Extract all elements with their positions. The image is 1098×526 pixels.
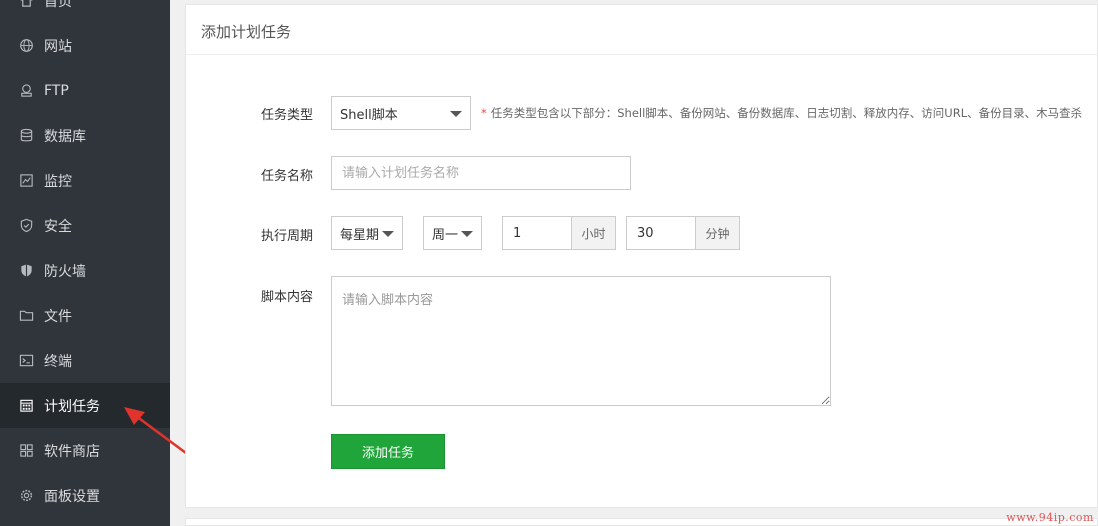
sidebar-item-label: 安全 — [44, 218, 72, 235]
sidebar-item-website[interactable]: 网站 — [0, 23, 170, 68]
sidebar-item-database[interactable]: 数据库 — [0, 113, 170, 158]
sidebar-item-home[interactable]: 首页 — [0, 0, 170, 23]
hour-input[interactable] — [502, 216, 572, 250]
ftp-icon — [18, 83, 34, 99]
add-task-panel: 添加计划任务 任务类型 Shell脚本 * 任务类型包含以下部分：Shell脚本、… — [185, 4, 1098, 508]
sidebar-item-label: 面板设置 — [44, 488, 100, 505]
sidebar-item-label: 防火墙 — [44, 263, 86, 280]
watermark: www.94ip.com — [1006, 511, 1094, 524]
page-title: 添加计划任务 — [201, 23, 292, 41]
folder-icon — [18, 308, 34, 324]
task-type-hint: * 任务类型包含以下部分：Shell脚本、备份网站、备份数据库、日志切割、释放内存… — [481, 105, 1082, 121]
sidebar-item-firewall[interactable]: 防火墙 — [0, 248, 170, 293]
task-type-hint-text: 任务类型包含以下部分：Shell脚本、备份网站、备份数据库、日志切割、释放内存、… — [490, 106, 1083, 120]
grid-icon — [18, 443, 34, 459]
weekday-select[interactable]: 周一 — [423, 216, 482, 250]
terminal-icon — [18, 353, 34, 369]
sidebar-item-label: 计划任务 — [44, 398, 100, 415]
sidebar-item-label: 文件 — [44, 308, 72, 325]
calendar-icon — [18, 398, 34, 414]
sidebar-item-settings[interactable]: 面板设置 — [0, 473, 170, 518]
minute-input[interactable] — [626, 216, 696, 250]
weekday-value: 周一 — [432, 227, 459, 243]
database-icon — [18, 128, 34, 144]
sidebar-item-ftp[interactable]: FTP — [0, 68, 170, 113]
script-textarea[interactable] — [331, 276, 831, 406]
sidebar-item-label: 数据库 — [44, 128, 86, 145]
panel-header: 添加计划任务 — [186, 5, 1098, 55]
sidebar-item-label: FTP — [44, 82, 69, 99]
task-name-label: 任务名称 — [260, 169, 313, 184]
task-type-value: Shell脚本 — [340, 107, 398, 123]
firewall-icon — [18, 263, 34, 279]
task-name-input[interactable] — [331, 156, 631, 190]
chevron-down-icon — [450, 111, 462, 117]
task-type-select[interactable]: Shell脚本 — [331, 96, 471, 130]
sidebar-item-files[interactable]: 文件 — [0, 293, 170, 338]
shield-icon — [18, 218, 34, 234]
sidebar-item-label: 首页 — [44, 0, 72, 10]
task-type-label: 任务类型 — [260, 108, 313, 123]
sidebar-item-terminal[interactable]: 终端 — [0, 338, 170, 383]
required-star: * — [481, 106, 487, 120]
sidebar-item-label: 网站 — [44, 38, 72, 55]
script-label: 脚本内容 — [260, 290, 313, 305]
minute-unit: 分钟 — [695, 216, 740, 250]
sidebar-item-label: 软件商店 — [44, 443, 100, 460]
period-label: 执行周期 — [260, 229, 313, 244]
home-icon — [18, 0, 34, 9]
sidebar-item-label: 监控 — [44, 173, 72, 190]
hour-unit: 小时 — [571, 216, 616, 250]
add-task-button[interactable]: 添加任务 — [331, 434, 445, 469]
sidebar-item-monitor[interactable]: 监控 — [0, 158, 170, 203]
gear-icon — [18, 488, 34, 504]
chevron-down-icon — [461, 231, 473, 237]
globe-icon — [18, 38, 34, 54]
sidebar-item-label: 终端 — [44, 353, 72, 370]
period-cycle-select[interactable]: 每星期 — [331, 216, 403, 250]
period-cycle-value: 每星期 — [340, 227, 380, 243]
main-content: 添加计划任务 任务类型 Shell脚本 * 任务类型包含以下部分：Shell脚本、… — [170, 0, 1098, 526]
monitor-icon — [18, 173, 34, 189]
chevron-down-icon — [382, 231, 394, 237]
next-panel-edge — [185, 518, 1098, 526]
sidebar-item-security[interactable]: 安全 — [0, 203, 170, 248]
